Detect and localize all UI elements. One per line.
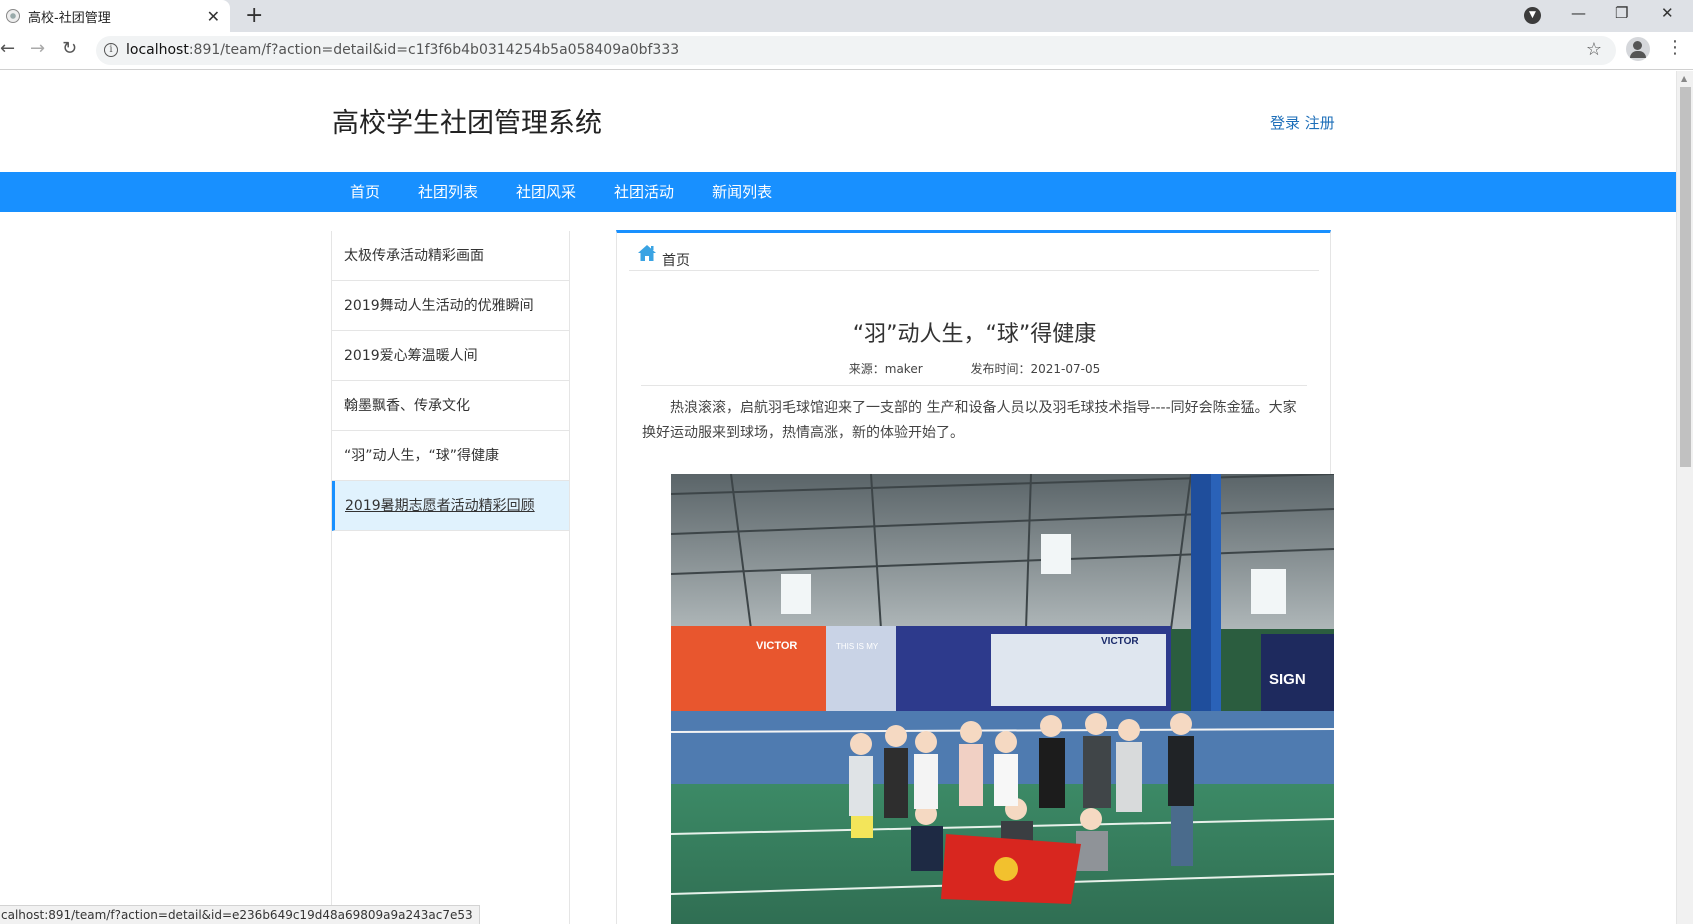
browser-tab-bar: 高校-社团管理 ✕ + ▼ — ❐ ✕ xyxy=(0,0,1693,32)
nav-item-club-showcase[interactable]: 社团风采 xyxy=(497,172,595,212)
nav-item-news-list[interactable]: 新闻列表 xyxy=(693,172,791,212)
scroll-up-icon[interactable]: ▲ xyxy=(1681,74,1687,83)
status-bar: calhost:891/team/f?action=detail&id=e236… xyxy=(0,905,480,924)
login-link[interactable]: 登录 xyxy=(1270,114,1300,132)
register-link[interactable]: 注册 xyxy=(1305,114,1335,132)
nav-item-club-activities[interactable]: 社团活动 xyxy=(595,172,693,212)
photo-banner-slogan: THIS IS MY xyxy=(836,642,879,651)
divider xyxy=(641,385,1307,386)
minimize-icon[interactable]: — xyxy=(1571,4,1586,22)
favicon-icon xyxy=(6,9,20,23)
article-meta: 来源：maker 发布时间：2021-07-05 xyxy=(617,360,1332,377)
browser-tab[interactable]: 高校-社团管理 ✕ xyxy=(0,0,230,32)
tab-title: 高校-社团管理 xyxy=(28,10,111,26)
article-date: 发布时间：2021-07-05 xyxy=(970,362,1101,376)
sidebar-item[interactable]: 翰墨飘香、传承文化 xyxy=(332,381,569,431)
photo-banner-signature: SIGN xyxy=(1269,671,1306,688)
bookmark-star-icon[interactable]: ☆ xyxy=(1586,39,1602,60)
photo-banner-brand-2: VICTOR xyxy=(1101,636,1139,647)
nav-item-home[interactable]: 首页 xyxy=(331,172,399,212)
address-bar[interactable]: i localhost:891/team/f?action=detail&id=… xyxy=(96,36,1616,65)
breadcrumb-home[interactable]: 首页 xyxy=(662,250,690,270)
sidebar-item[interactable]: “羽”动人生，“球”得健康 xyxy=(332,431,569,481)
browser-toolbar: ← → ↻ i localhost:891/team/f?action=deta… xyxy=(0,32,1693,70)
tab-search-icon[interactable]: ▼ xyxy=(1524,7,1541,24)
close-tab-icon[interactable]: ✕ xyxy=(207,7,220,26)
page-viewport: 高校学生社团管理系统 登录 注册 首页 社团列表 社团风采 社团活动 新闻列表 … xyxy=(0,71,1676,924)
restore-icon[interactable]: ❐ xyxy=(1615,4,1628,22)
article-title: “羽”动人生，“球”得健康 xyxy=(852,322,1097,347)
article-body: 热浪滚滚，启航羽毛球馆迎来了一支部的 生产和设备人员以及羽毛球技术指导----同… xyxy=(642,400,1297,441)
back-icon[interactable]: ← xyxy=(0,38,15,59)
article-photo: VICTOR THIS IS MY VICTOR SIGN xyxy=(671,474,1334,924)
article-sidebar: 太极传承活动精彩画面 2019舞动人生活动的优雅瞬间 2019爱心筹温暖人间 翰… xyxy=(331,231,570,924)
article-panel: 首页 “羽”动人生，“球”得健康 来源：maker 发布时间：2021-07-0… xyxy=(616,230,1334,924)
url-text: localhost:891/team/f?action=detail&id=c1… xyxy=(126,42,680,58)
new-tab-icon[interactable]: + xyxy=(245,3,263,28)
page-scrollbar[interactable]: ▲ xyxy=(1676,71,1693,924)
breadcrumb: 首页 xyxy=(629,243,1319,271)
sidebar-item-active[interactable]: 2019暑期志愿者活动精彩回顾 xyxy=(332,481,569,531)
site-title: 高校学生社团管理系统 xyxy=(332,108,602,139)
scroll-thumb[interactable] xyxy=(1680,87,1691,467)
nav-item-club-list[interactable]: 社团列表 xyxy=(399,172,497,212)
photo-banner-brand: VICTOR xyxy=(756,640,797,652)
forward-icon[interactable]: → xyxy=(30,38,45,59)
sidebar-item[interactable]: 太极传承活动精彩画面 xyxy=(332,231,569,281)
article-source: 来源：maker xyxy=(848,362,923,376)
sidebar-item[interactable]: 2019舞动人生活动的优雅瞬间 xyxy=(332,281,569,331)
profile-avatar-icon[interactable] xyxy=(1626,37,1650,61)
sidebar-item[interactable]: 2019爱心筹温暖人间 xyxy=(332,331,569,381)
main-nav: 首页 社团列表 社团风采 社团活动 新闻列表 xyxy=(0,172,1676,212)
browser-menu-icon[interactable]: ⋮ xyxy=(1666,37,1684,58)
window-close-icon[interactable]: ✕ xyxy=(1661,4,1674,22)
site-info-icon[interactable]: i xyxy=(104,43,118,57)
home-icon[interactable] xyxy=(637,243,657,263)
reload-icon[interactable]: ↻ xyxy=(62,38,77,59)
auth-links: 登录 注册 xyxy=(1270,112,1335,133)
